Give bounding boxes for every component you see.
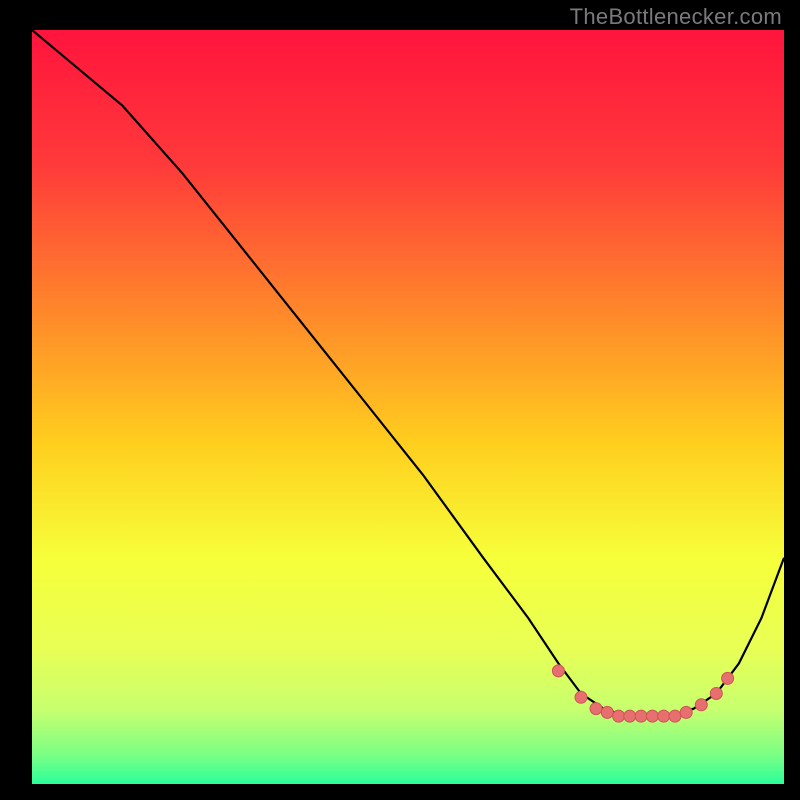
marker-dot [601,706,613,718]
marker-dot [552,665,564,677]
marker-dot [680,706,692,718]
marker-dot [635,710,647,722]
attribution-label: TheBottlenecker.com [570,4,782,30]
marker-dot [695,699,707,711]
bottleneck-chart [0,0,800,800]
plot-area [32,30,784,784]
marker-dot [646,710,658,722]
marker-dot [624,710,636,722]
marker-dot [710,688,722,700]
marker-dot [590,703,602,715]
marker-dot [613,710,625,722]
marker-dot [722,672,734,684]
marker-dot [575,691,587,703]
chart-stage: { "attribution": "TheBottlenecker.com", … [0,0,800,800]
marker-dot [669,710,681,722]
marker-dot [658,710,670,722]
